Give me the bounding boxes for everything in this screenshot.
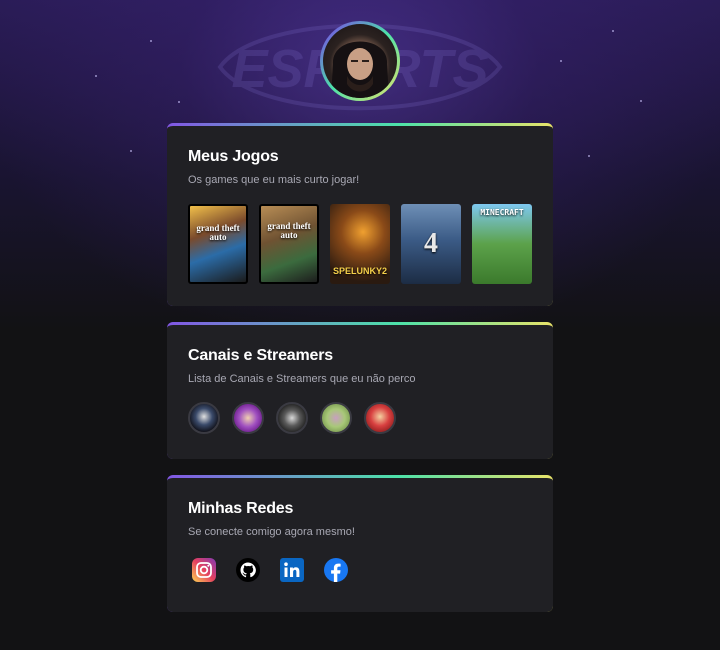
profile-avatar-ring xyxy=(320,21,400,101)
game-cover-text: SPELUNKY2 xyxy=(332,266,387,276)
channel-avatar-3[interactable] xyxy=(276,402,308,434)
social-links xyxy=(188,558,532,582)
game-cover-text: 4 xyxy=(424,228,438,259)
facebook-icon[interactable] xyxy=(324,558,348,582)
social-title: Minhas Redes xyxy=(188,500,294,517)
games-title: Meus Jogos xyxy=(188,148,279,165)
instagram-icon[interactable] xyxy=(192,558,216,582)
channels-title: Canais e Streamers xyxy=(188,347,333,364)
channel-avatar-2[interactable] xyxy=(232,402,264,434)
games-subtitle: Os games que eu mais curto jogar! xyxy=(188,174,360,186)
games-card: Meus Jogos Os games que eu mais curto jo… xyxy=(167,123,553,306)
social-card: Minhas Redes Se conecte comigo agora mes… xyxy=(167,475,553,612)
github-icon[interactable] xyxy=(236,558,260,582)
game-cover-spelunky-2[interactable]: SPELUNKY2 xyxy=(330,204,390,284)
games-list: grand theft auto grand theft auto SPELUN… xyxy=(188,204,532,284)
game-cover-gta-v[interactable]: grand theft auto xyxy=(188,204,248,284)
game-cover-gta-san-andreas[interactable]: grand theft auto xyxy=(259,204,319,284)
game-cover-minecraft[interactable]: MINECRAFT xyxy=(472,204,532,284)
channel-avatar-5[interactable] xyxy=(364,402,396,434)
channel-avatar-4[interactable] xyxy=(320,402,352,434)
game-cover-resident-evil-4[interactable]: 4 xyxy=(401,204,461,284)
linkedin-icon[interactable] xyxy=(280,558,304,582)
channel-avatar-1[interactable] xyxy=(188,402,220,434)
game-cover-text: grand theft auto xyxy=(196,223,240,242)
channels-card: Canais e Streamers Lista de Canais e Str… xyxy=(167,322,553,459)
channels-subtitle: Lista de Canais e Streamers que eu não p… xyxy=(188,373,416,385)
game-cover-text: MINECRAFT xyxy=(480,208,524,217)
profile-avatar xyxy=(323,24,397,98)
game-cover-text: grand theft auto xyxy=(267,221,311,240)
channels-list xyxy=(188,402,532,434)
social-subtitle: Se conecte comigo agora mesmo! xyxy=(188,526,355,538)
